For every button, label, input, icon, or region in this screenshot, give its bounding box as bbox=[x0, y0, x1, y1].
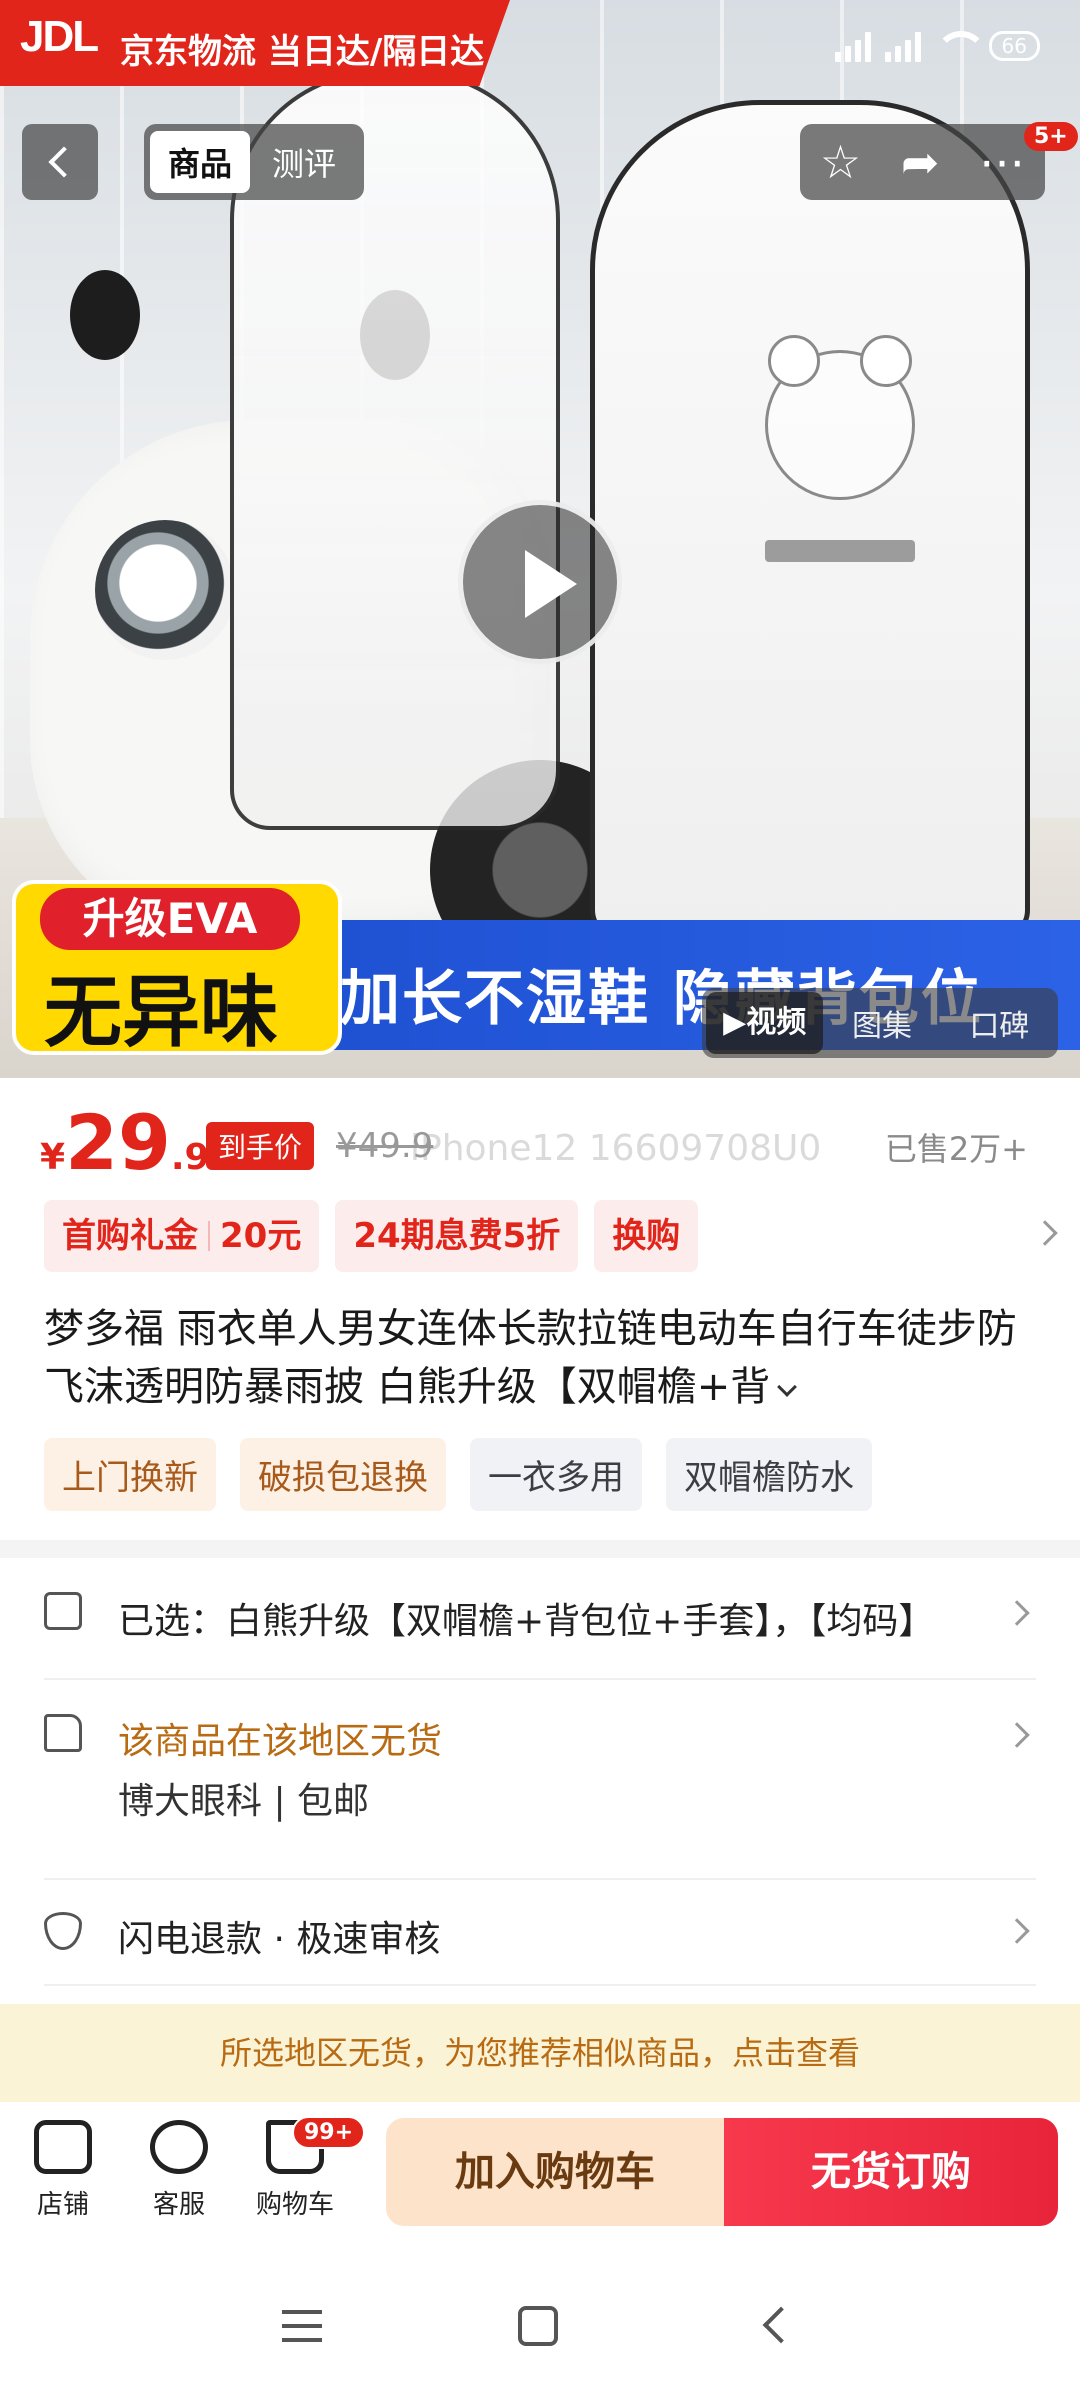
shop-shipping-text: 博大眼科 | 包邮 bbox=[118, 1781, 370, 1822]
media-tabs: ▶视频 图集 口碑 bbox=[702, 988, 1058, 1058]
out-of-stock-notice[interactable]: 所选地区无货，为您推荐相似商品，点击查看 bbox=[0, 2004, 1080, 2102]
store-icon bbox=[34, 2120, 92, 2174]
tab-review[interactable]: 测评 bbox=[250, 131, 358, 193]
media-tab-video[interactable]: ▶视频 bbox=[706, 992, 824, 1054]
final-price-tag: 到手价 bbox=[206, 1122, 315, 1170]
raincoat-back bbox=[590, 100, 1030, 940]
bear-print-icon bbox=[765, 335, 915, 500]
product-page: 加长不湿鞋 隐藏背包位 升级EVA 无异味 ▶视频 图集 口碑 JDL 京东物流… bbox=[0, 0, 1080, 2400]
promo-eva-tag: 升级EVA bbox=[40, 888, 300, 950]
price-decimal: .9 bbox=[170, 1137, 210, 1178]
system-back-icon[interactable] bbox=[762, 2306, 800, 2344]
selected-spec-text: 已选：白熊升级【双帽檐+背包位+手套】，【均码】 bbox=[118, 1601, 935, 1642]
coupon-label: 首购礼金 bbox=[62, 1216, 198, 1256]
delivery-row[interactable]: 该商品在该地区无货 博大眼科 | 包邮 bbox=[44, 1698, 1036, 1838]
store-button[interactable]: 店铺 bbox=[8, 2120, 118, 2221]
mirror-left bbox=[70, 270, 140, 360]
feature-tag: 上门换新 bbox=[44, 1438, 216, 1511]
sold-count: 已售2万+ bbox=[884, 1130, 1028, 1168]
customer-service-button[interactable]: 客服 bbox=[124, 2120, 234, 2221]
notification-badge: 5+ bbox=[1024, 122, 1078, 151]
coupon-first-purchase[interactable]: 首购礼金 20元 bbox=[44, 1200, 320, 1272]
price-integer: 29 bbox=[65, 1098, 171, 1187]
row-divider bbox=[44, 1984, 1036, 1986]
star-icon[interactable]: ☆ bbox=[820, 139, 861, 185]
home-icon[interactable] bbox=[518, 2306, 558, 2346]
recent-apps-icon[interactable] bbox=[282, 2310, 322, 2342]
feature-tags: 上门换新 破损包退换 一衣多用 双帽檐防水 bbox=[44, 1438, 872, 1511]
media-tab-gallery[interactable]: 图集 bbox=[823, 1001, 940, 1045]
jd-slogan: 京东物流 当日达/隔日达 bbox=[120, 32, 485, 72]
add-to-cart-button[interactable]: 加入购物车 bbox=[386, 2118, 724, 2226]
status-icons: 66 bbox=[834, 30, 1040, 62]
selected-spec-row[interactable]: 已选：白熊升级【双帽檐+背包位+手套】，【均码】 bbox=[44, 1582, 1036, 1662]
chevron-right-icon bbox=[1004, 1722, 1030, 1748]
tab-product[interactable]: 商品 bbox=[150, 131, 251, 193]
coupon-row[interactable]: 首购礼金 20元 24期息费5折 换购 bbox=[44, 1200, 1044, 1272]
wifi-icon bbox=[934, 31, 987, 61]
price-currency: ¥ bbox=[40, 1137, 66, 1178]
row-divider bbox=[44, 1678, 1036, 1680]
jd-logo: JDL bbox=[20, 12, 99, 61]
refund-row[interactable]: 闪电退款 · 极速审核 bbox=[44, 1894, 1036, 1974]
chevron-right-icon bbox=[1004, 1918, 1030, 1944]
stock-status-text: 该商品在该地区无货 bbox=[118, 1721, 443, 1762]
feature-tag: 双帽檐防水 bbox=[666, 1438, 872, 1511]
service-label: 客服 bbox=[152, 2190, 205, 2220]
status-bar: JDL 京东物流 当日达/隔日达 66 bbox=[0, 0, 1080, 96]
out-of-stock-order-button[interactable]: 无货订购 bbox=[724, 2118, 1058, 2226]
checklist-icon bbox=[44, 1592, 82, 1630]
coupon-value: 20元 bbox=[220, 1216, 302, 1256]
row-divider bbox=[44, 1878, 1036, 1880]
feature-tag: 破损包退换 bbox=[240, 1438, 446, 1511]
watermark-text: iPhone12 16609708U0 bbox=[410, 1128, 822, 1169]
play-video-button[interactable] bbox=[458, 500, 622, 664]
coupon-installment[interactable]: 24期息费5折 bbox=[335, 1200, 579, 1272]
media-tab-reviews[interactable]: 口碑 bbox=[941, 1001, 1058, 1045]
chevron-right-icon bbox=[1004, 1600, 1030, 1626]
scooter-headlight bbox=[95, 520, 235, 660]
back-icon bbox=[48, 146, 80, 178]
truck-icon bbox=[44, 1714, 82, 1752]
cart-count-badge: 99+ bbox=[292, 2116, 366, 2149]
product-title-text: 梦多福 雨衣单人男女连体长款拉链电动车自行车徒步防飞沫透明防暴雨披 白熊升级【双… bbox=[44, 1306, 1017, 1410]
price-row: ¥29.9 到手价 ¥49.9 iPhone12 16609708U0 已售2万… bbox=[40, 1098, 1040, 1188]
cart-label: 购物车 bbox=[255, 2190, 334, 2220]
share-icon[interactable]: ➦ bbox=[901, 139, 940, 185]
signal-icon-2 bbox=[884, 30, 921, 62]
top-tabs: 商品 测评 bbox=[144, 124, 365, 200]
promo-no-smell-text: 无异味 bbox=[44, 968, 279, 1058]
price: ¥29.9 bbox=[40, 1098, 210, 1187]
feature-tag: 一衣多用 bbox=[470, 1438, 642, 1511]
service-icon bbox=[150, 2120, 208, 2174]
section-divider bbox=[0, 1540, 1080, 1558]
coupon-divider bbox=[208, 1221, 210, 1251]
signal-icon bbox=[834, 30, 871, 62]
chevron-down-icon[interactable] bbox=[777, 1377, 798, 1397]
system-navigation-bar bbox=[0, 2252, 1080, 2400]
product-title[interactable]: 梦多福 雨衣单人男女连体长款拉链电动车自行车徒步防飞沫透明防暴雨披 白熊升级【双… bbox=[44, 1300, 1034, 1416]
refund-text: 闪电退款 · 极速审核 bbox=[118, 1919, 441, 1960]
battery-indicator: 66 bbox=[988, 31, 1040, 61]
coupon-exchange[interactable]: 换购 bbox=[594, 1200, 699, 1272]
shield-icon bbox=[44, 1912, 82, 1950]
store-label: 店铺 bbox=[36, 2190, 89, 2220]
reflective-strip bbox=[765, 540, 915, 562]
top-actions: ☆ ➦ ⋯ bbox=[800, 124, 1045, 200]
more-icon[interactable]: ⋯ bbox=[979, 139, 1025, 185]
back-button[interactable] bbox=[22, 124, 98, 200]
